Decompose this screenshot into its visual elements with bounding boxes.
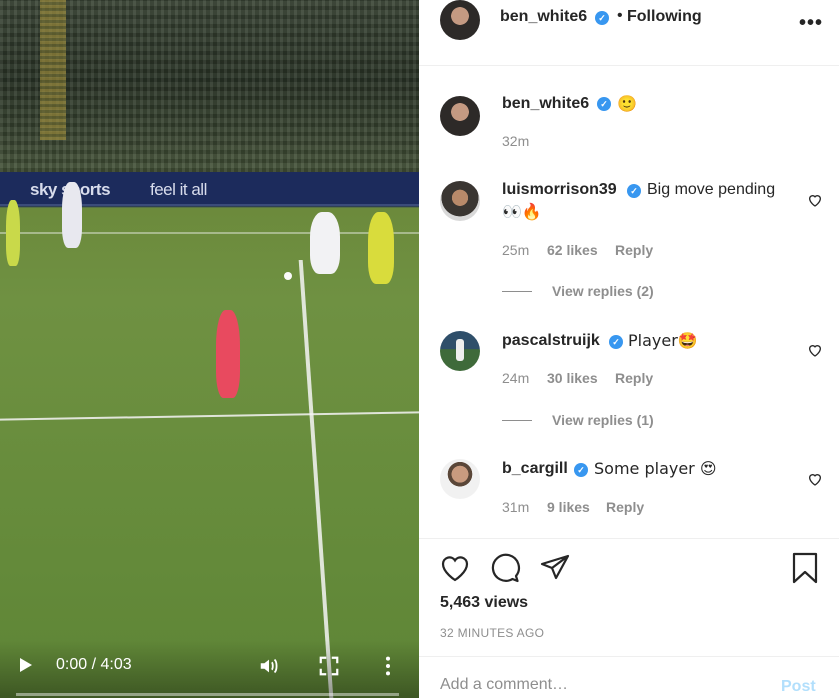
avatar[interactable] <box>440 0 480 40</box>
add-comment-input[interactable] <box>440 676 760 694</box>
add-comment-divider <box>419 656 839 657</box>
comment-username[interactable]: luismorrison39 <box>502 181 617 199</box>
board-text-feel-it-all: feel it all <box>150 180 207 199</box>
comment-avatar[interactable] <box>440 459 480 499</box>
header-separator: • <box>617 7 623 24</box>
view-replies-line <box>502 420 532 421</box>
stadium-steps <box>40 0 66 140</box>
volume-icon[interactable] <box>258 655 280 677</box>
caption-text: 🙂 <box>617 94 637 113</box>
fullscreen-icon[interactable] <box>318 655 340 677</box>
reply-button[interactable]: Reply <box>606 499 644 515</box>
header-username[interactable]: ben_white6 <box>500 8 587 26</box>
caption-username[interactable]: ben_white6 <box>502 95 589 113</box>
verified-badge-icon: ✓ <box>627 184 641 198</box>
video-progress-bar[interactable] <box>16 693 399 696</box>
comment-text: Some player 😍 <box>594 459 717 478</box>
reply-button[interactable]: Reply <box>615 242 653 258</box>
comment-time: 24m <box>502 370 530 386</box>
comment-likes[interactable]: 62 likes <box>547 242 598 258</box>
share-paper-plane-icon[interactable] <box>539 552 571 584</box>
like-heart-icon[interactable] <box>439 552 471 584</box>
like-comment-heart-icon[interactable] <box>807 471 823 487</box>
caption-time: 32m <box>502 133 530 149</box>
player-white-1 <box>62 182 82 248</box>
more-options-icon[interactable]: ••• <box>799 12 823 35</box>
comment-bubble-icon[interactable] <box>489 552 521 584</box>
time-separator: / <box>91 656 97 673</box>
comment-username[interactable]: pascalstruijk <box>502 332 600 350</box>
verified-badge-icon: ✓ <box>595 11 609 25</box>
like-comment-heart-icon[interactable] <box>807 192 823 208</box>
post-timestamp[interactable]: 32 MINUTES AGO <box>440 626 544 640</box>
comment-avatar[interactable] <box>440 181 480 221</box>
comment-text: Player🤩 <box>628 331 698 350</box>
post-side-panel: ben_white6 ✓ • Following ••• ben_white6 … <box>419 0 839 698</box>
post-header: ben_white6 ✓ • Following ••• <box>419 0 839 66</box>
video-more-icon[interactable] <box>380 655 396 677</box>
player-yellow-1 <box>6 200 20 266</box>
time-total: 4:03 <box>100 656 132 673</box>
view-replies-button[interactable]: View replies (1) <box>552 412 654 428</box>
actions-divider <box>419 538 839 539</box>
video-time: 0:00 / 4:03 <box>56 656 132 674</box>
player-yellow-2 <box>368 212 394 284</box>
verified-badge-icon: ✓ <box>574 463 588 477</box>
reply-button[interactable]: Reply <box>615 370 653 386</box>
like-comment-heart-icon[interactable] <box>807 342 823 358</box>
view-replies-line <box>502 291 532 292</box>
verified-badge-icon: ✓ <box>609 335 623 349</box>
caption-avatar[interactable] <box>440 96 480 136</box>
comment-likes[interactable]: 9 likes <box>547 499 590 515</box>
save-bookmark-icon[interactable] <box>789 552 821 584</box>
comment-time: 31m <box>502 499 530 515</box>
view-count[interactable]: 5,463 views <box>440 594 528 612</box>
comment-avatar[interactable] <box>440 331 480 371</box>
play-icon[interactable] <box>20 658 32 672</box>
view-replies-button[interactable]: View replies (2) <box>552 283 654 299</box>
comment-text-line2: 👀🔥 <box>502 202 542 221</box>
post-comment-button[interactable]: Post <box>781 678 816 696</box>
comment-text: Big move pending <box>647 181 776 198</box>
verified-badge-icon: ✓ <box>597 97 611 111</box>
following-button[interactable]: Following <box>627 8 702 26</box>
time-current: 0:00 <box>56 656 88 673</box>
pitch-line-horizontal <box>0 411 419 421</box>
player-white-2 <box>310 212 340 274</box>
comment-username[interactable]: b_cargill <box>502 460 568 478</box>
referee <box>216 310 240 398</box>
comment-time: 25m <box>502 242 530 258</box>
comment-likes[interactable]: 30 likes <box>547 370 598 386</box>
football <box>284 272 292 280</box>
video-player[interactable]: sky sports feel it all 0:00 / 4:03 <box>0 0 419 698</box>
pitch-line-halfway <box>298 260 334 698</box>
